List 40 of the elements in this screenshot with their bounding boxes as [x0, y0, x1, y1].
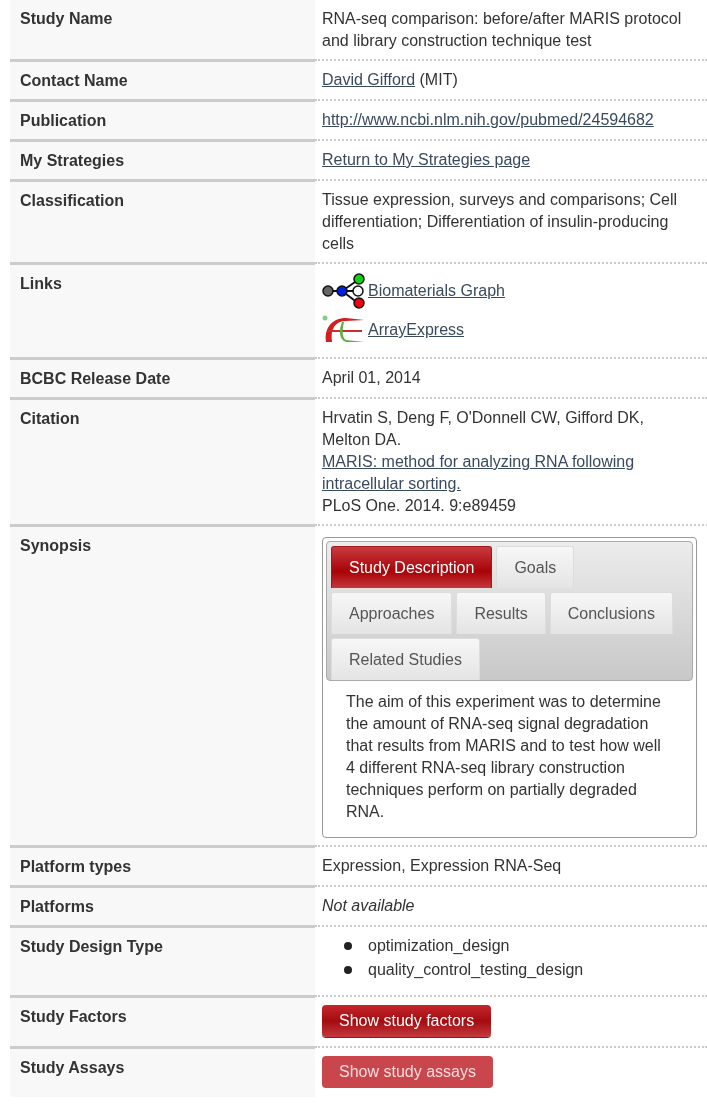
link[interactable]: David Gifford	[322, 69, 416, 91]
tab[interactable]: Conclusions	[549, 592, 673, 634]
bullet-icon	[344, 966, 352, 974]
tab[interactable]: Approaches	[331, 592, 453, 634]
link[interactable]: Return to My Strategies page	[322, 151, 531, 168]
field-label: Study Name	[20, 10, 113, 27]
field-label: Links	[20, 275, 62, 292]
tab[interactable]: Results	[456, 592, 546, 634]
field-label: Synopsis	[20, 537, 92, 554]
graph-icon	[322, 272, 366, 310]
field-label: Platforms	[20, 898, 94, 915]
field-label: Publication	[20, 112, 107, 129]
value-text: Expression, Expression RNA-Seq	[322, 856, 563, 876]
field-label: Contact Name	[20, 72, 128, 89]
field-label: Platform types	[20, 858, 132, 875]
link[interactable]: ArrayExpress	[368, 319, 465, 341]
field-label: My Strategies	[20, 152, 125, 169]
value-text: April 01, 2014	[322, 368, 422, 388]
value-text: Not available	[322, 896, 416, 916]
field-label: BCBC Release Date	[20, 370, 171, 387]
tab[interactable]: Study Description	[331, 546, 493, 588]
field-label: Study Factors	[20, 1008, 127, 1025]
field-label: Citation	[20, 410, 80, 427]
link[interactable]: http://www.ncbi.nlm.nih.gov/pubmed/24594682	[322, 111, 654, 128]
show-button[interactable]: Show study factors	[322, 1005, 492, 1037]
list-item: optimization_design	[368, 936, 510, 956]
field-label: Study Assays	[20, 1059, 125, 1076]
field-label: Classification	[20, 192, 125, 209]
synopsis-text: The aim of this experiment was to determine the amount of RNA-seq signal degradation that results from MARIS and to test how well 4 different RNA-seq library construction techniques perform on partially degraded RNA.	[345, 692, 662, 822]
link[interactable]: Biomaterials Graph	[368, 280, 505, 302]
value-text: RNA-seq comparison: before/after MARIS protocol and library construction technique test	[322, 9, 683, 51]
field-label: Study Design Type	[20, 938, 163, 955]
value-text: Tissue expression, surveys and comparisons; Cell differentiation; Differentiation of insulin-producing cells	[322, 190, 679, 254]
tab[interactable]: Goals	[496, 546, 575, 588]
value-text: Hrvatin S, Deng F, O'Donnell CW, Gifford DK, Melton DA. MARIS: method for analyzing RNA following intracellular sorting. PLoS One. 2014. 9:e89459	[322, 407, 693, 517]
value-text: David Gifford (MIT)	[322, 69, 693, 91]
bullet-icon	[344, 942, 352, 950]
list-item: quality_control_testing_design	[368, 960, 584, 980]
tab[interactable]: Related Studies	[331, 638, 480, 680]
link[interactable]: MARIS: method for analyzing RNA following intracellular sorting.	[322, 451, 693, 495]
